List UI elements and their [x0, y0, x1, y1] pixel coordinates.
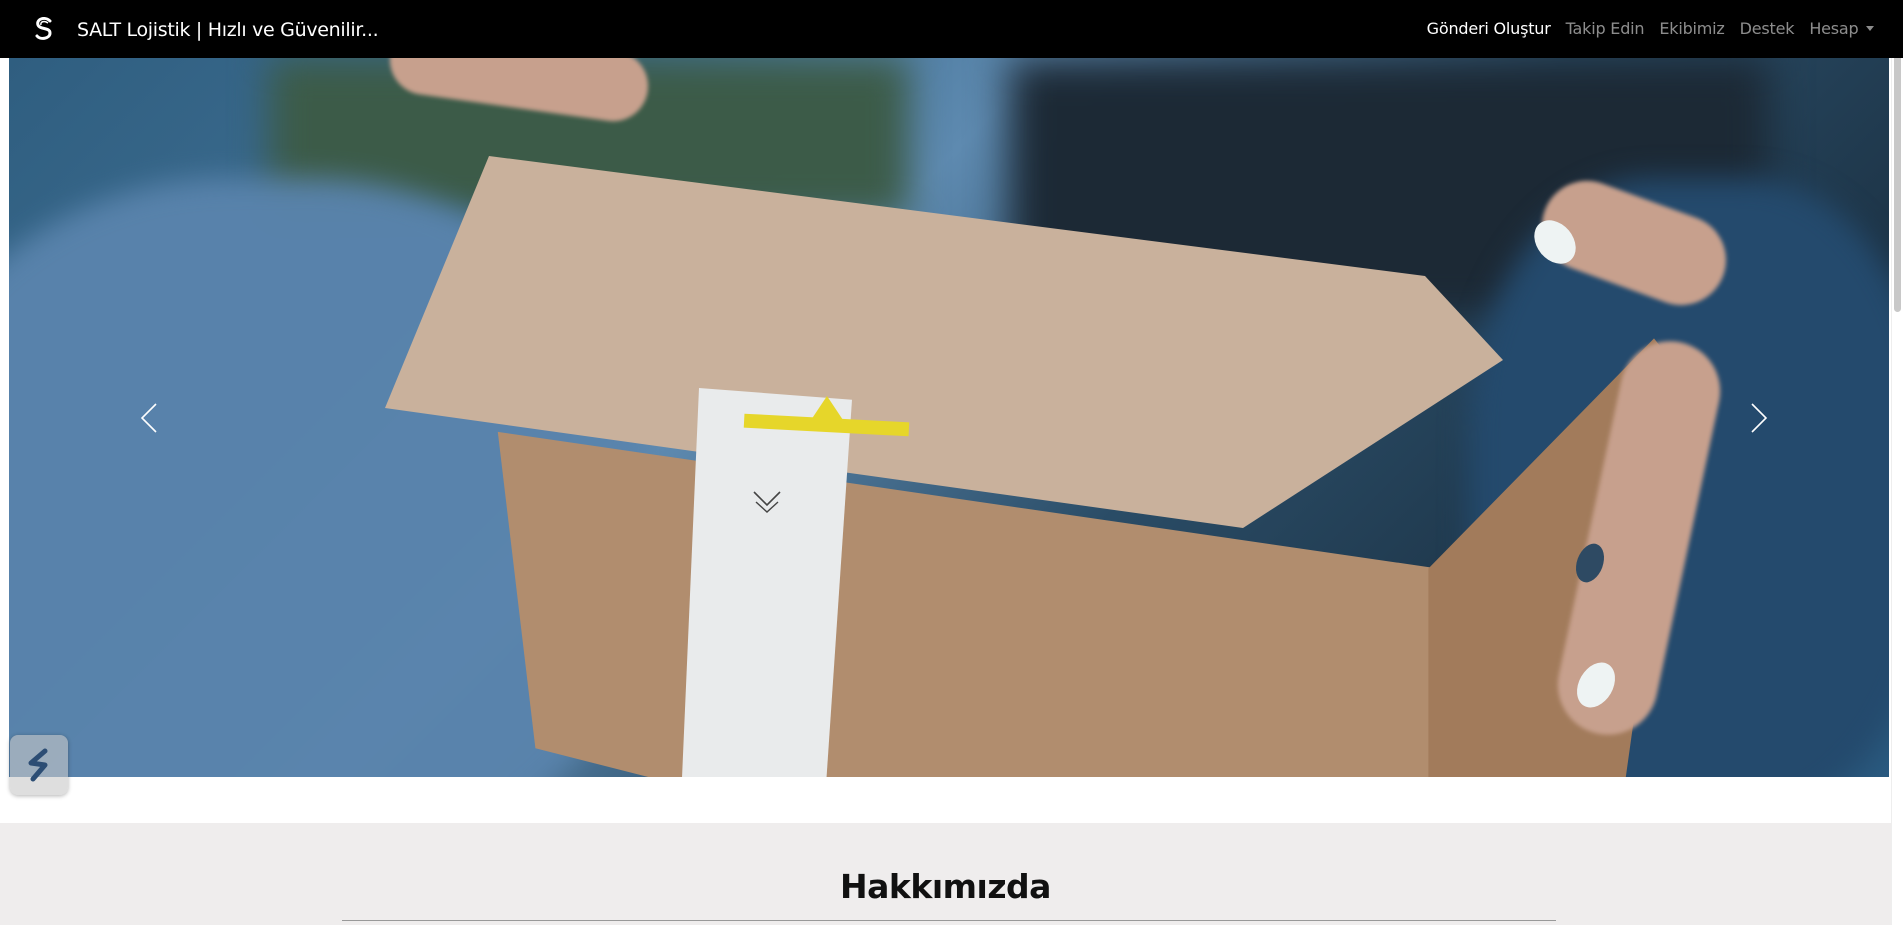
top-navbar: SALT Lojistik | Hızlı ve Güvenilir... Gö…	[0, 0, 1903, 58]
chevron-right-icon	[1751, 403, 1768, 433]
salt-logo-icon[interactable]	[33, 16, 55, 41]
warning-triangle-icon	[811, 396, 843, 420]
hero-carousel	[9, 58, 1889, 777]
about-title: Hakkımızda	[840, 867, 1051, 906]
scroll-down-button[interactable]	[750, 486, 784, 522]
nav-support[interactable]: Destek	[1732, 19, 1802, 38]
nav-team[interactable]: Ekibimiz	[1652, 19, 1732, 38]
chevron-left-icon	[140, 403, 157, 433]
caret-down-icon	[1865, 26, 1874, 31]
nav-create-shipment[interactable]: Gönderi Oluştur	[1419, 19, 1558, 38]
nav-account-label: Hesap	[1809, 19, 1859, 38]
nav-menu: Gönderi Oluştur Takip Edin Ekibimiz Dest…	[1419, 19, 1881, 38]
about-section: Hakkımızda	[0, 823, 1891, 925]
nav-track[interactable]: Takip Edin	[1558, 19, 1652, 38]
chevron-down-icon	[753, 491, 781, 513]
divider	[342, 920, 1556, 921]
floating-app-badge[interactable]	[10, 735, 68, 795]
carousel-next-button[interactable]	[1729, 388, 1789, 448]
page-scrollbar[interactable]	[1891, 0, 1903, 925]
salt-badge-icon	[28, 748, 48, 782]
nav-account-dropdown[interactable]: Hesap	[1802, 19, 1881, 38]
carousel-prev-button[interactable]	[119, 388, 179, 448]
brand-title[interactable]: SALT Lojistik | Hızlı ve Güvenilir...	[77, 19, 379, 41]
box-label-tape	[682, 388, 852, 777]
